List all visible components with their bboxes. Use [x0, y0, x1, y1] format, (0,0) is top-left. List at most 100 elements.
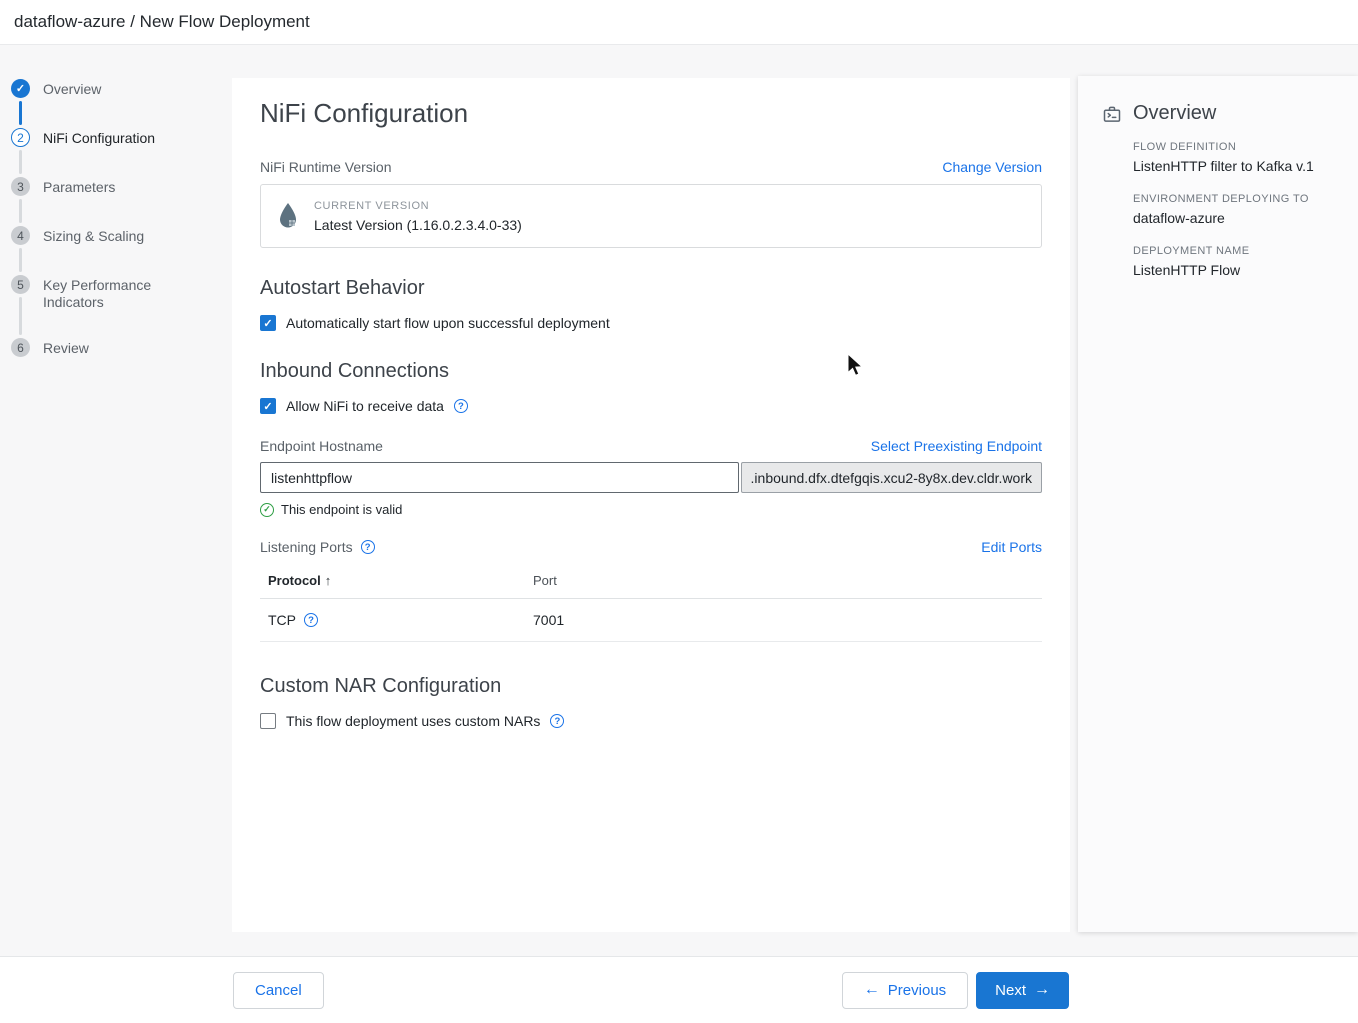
stepper-item-overview[interactable]: ✓ Overview	[11, 79, 232, 128]
footer-nav-buttons: ← Previous Next →	[842, 972, 1069, 1009]
stepper-label: Review	[43, 338, 89, 387]
environment-label: ENVIRONMENT DEPLOYING TO	[1133, 193, 1338, 205]
summary-fields: FLOW DEFINITION ListenHTTP filter to Kaf…	[1133, 141, 1338, 278]
stepper-label: NiFi Configuration	[43, 128, 155, 177]
flow-definition-label: FLOW DEFINITION	[1133, 141, 1338, 153]
breadcrumb[interactable]: dataflow-azure / New Flow Deployment	[14, 12, 310, 32]
step-number: 2	[11, 128, 30, 147]
stepper-connector	[19, 297, 22, 335]
port-value: 7001	[525, 599, 1042, 642]
sort-asc-icon[interactable]: ↑	[325, 573, 332, 588]
allow-receive-checkbox-row: ✓ Allow NiFi to receive data ?	[260, 398, 1042, 414]
flow-definition-value: ListenHTTP filter to Kafka v.1	[1133, 158, 1338, 174]
custom-nar-checkbox-label: This flow deployment uses custom NARs	[286, 713, 540, 729]
previous-button[interactable]: ← Previous	[842, 972, 968, 1009]
step-number-text: 3	[17, 180, 24, 194]
flow-definition-field: FLOW DEFINITION ListenHTTP filter to Kaf…	[1133, 141, 1338, 174]
deployment-name-value: ListenHTTP Flow	[1133, 262, 1338, 278]
listening-ports-help-icon[interactable]: ?	[361, 540, 375, 554]
edit-ports-link[interactable]: Edit Ports	[981, 539, 1042, 555]
endpoint-valid-row: ✓ This endpoint is valid	[260, 502, 1042, 517]
stepper-connector	[19, 101, 22, 125]
deployment-briefcase-icon	[1102, 104, 1122, 124]
endpoint-hostname-input[interactable]	[260, 462, 739, 493]
autostart-heading: Autostart Behavior	[260, 277, 1042, 300]
allow-receive-help-icon[interactable]: ?	[454, 399, 468, 413]
custom-nar-checkbox[interactable]	[260, 713, 276, 729]
cancel-button-label: Cancel	[255, 982, 302, 999]
summary-title: Overview	[1133, 102, 1216, 125]
autostart-checkbox-row: ✓ Automatically start flow upon successf…	[260, 315, 1042, 331]
stepper-label: Overview	[43, 79, 101, 128]
step-number: 3	[11, 177, 30, 196]
step-number-text: 6	[17, 341, 24, 355]
allow-receive-checkbox[interactable]: ✓	[260, 398, 276, 414]
stepper-connector	[19, 199, 22, 223]
runtime-version-label: NiFi Runtime Version	[260, 159, 392, 175]
port-column-header[interactable]: Port	[525, 563, 1042, 599]
cancel-button[interactable]: Cancel	[233, 972, 324, 1009]
change-version-link[interactable]: Change Version	[942, 159, 1042, 175]
custom-nar-help-icon[interactable]: ?	[550, 714, 564, 728]
endpoint-hostname-row: Endpoint Hostname Select Preexisting End…	[260, 438, 1042, 454]
step-number: 6	[11, 338, 30, 357]
stepper-rail: 6	[11, 338, 30, 387]
step-complete-icon: ✓	[11, 79, 30, 98]
current-version-card: CURRENT VERSION Latest Version (1.16.0.2…	[260, 184, 1042, 248]
stepper-rail: 5	[11, 275, 30, 338]
next-button[interactable]: Next →	[976, 972, 1069, 1009]
protocol-value: TCP	[268, 612, 296, 628]
stepper-item-sizing-scaling[interactable]: 4 Sizing & Scaling	[11, 226, 232, 275]
listening-ports-row: Listening Ports ? Edit Ports	[260, 539, 1042, 555]
check-icon: ✓	[16, 82, 25, 95]
endpoint-valid-message: This endpoint is valid	[281, 502, 402, 517]
nifi-drop-icon	[277, 202, 299, 230]
check-icon: ✓	[263, 317, 272, 330]
stepper-rail: ✓	[11, 79, 30, 128]
hostname-input-group: .inbound.dfx.dtefgqis.xcu2-8y8x.dev.cldr…	[260, 462, 1042, 493]
hostname-suffix: .inbound.dfx.dtefgqis.xcu2-8y8x.dev.cldr…	[741, 462, 1042, 493]
step-number-text: 5	[17, 278, 24, 292]
top-bar: dataflow-azure / New Flow Deployment	[0, 0, 1358, 45]
select-preexisting-endpoint-link[interactable]: Select Preexisting Endpoint	[871, 438, 1042, 454]
new-flow-deployment-page: dataflow-azure / New Flow Deployment ✓ O…	[0, 0, 1358, 1023]
summary-header: Overview	[1102, 102, 1338, 125]
stepper-item-kpi[interactable]: 5 Key Performance Indicators	[11, 275, 232, 338]
stepper-rail: 4	[11, 226, 30, 275]
stepper-rail: 3	[11, 177, 30, 226]
stepper-connector	[19, 150, 22, 174]
step-number: 5	[11, 275, 30, 294]
protocol-header-label: Protocol	[268, 573, 321, 588]
current-version-value: Latest Version (1.16.0.2.3.4.0-33)	[314, 217, 522, 233]
ports-table-header-row: Protocol ↑ Port	[260, 563, 1042, 599]
current-version-info: CURRENT VERSION Latest Version (1.16.0.2…	[314, 200, 522, 233]
environment-field: ENVIRONMENT DEPLOYING TO dataflow-azure	[1133, 193, 1338, 226]
environment-value: dataflow-azure	[1133, 210, 1338, 226]
table-row: TCP ? 7001	[260, 599, 1042, 642]
stepper-label: Parameters	[43, 177, 115, 226]
deployment-name-field: DEPLOYMENT NAME ListenHTTP Flow	[1133, 245, 1338, 278]
stepper-label: Key Performance Indicators	[43, 275, 185, 338]
deployment-name-label: DEPLOYMENT NAME	[1133, 245, 1338, 257]
port-header-label: Port	[533, 573, 557, 588]
step-number-text: 4	[17, 229, 24, 243]
listening-ports-table: Protocol ↑ Port TCP ? 7001	[260, 563, 1042, 642]
runtime-version-row: NiFi Runtime Version Change Version	[260, 159, 1042, 175]
stepper-label: Sizing & Scaling	[43, 226, 144, 275]
listening-ports-label: Listening Ports	[260, 539, 353, 555]
stepper-item-nifi-configuration[interactable]: 2 NiFi Configuration	[11, 128, 232, 177]
arrow-left-icon: ←	[864, 981, 880, 999]
protocol-column-header[interactable]: Protocol ↑	[260, 563, 525, 599]
inbound-connections-heading: Inbound Connections	[260, 360, 1042, 383]
stepper-rail: 2	[11, 128, 30, 177]
stepper-item-parameters[interactable]: 3 Parameters	[11, 177, 232, 226]
page-title: NiFi Configuration	[260, 98, 1042, 129]
protocol-help-icon[interactable]: ?	[304, 613, 318, 627]
wizard-stepper: ✓ Overview 2 NiFi Configuration 3 Parame…	[0, 45, 232, 387]
check-icon: ✓	[263, 400, 272, 413]
step-number-text: 2	[17, 131, 24, 145]
step-number: 4	[11, 226, 30, 245]
autostart-checkbox[interactable]: ✓	[260, 315, 276, 331]
custom-nar-checkbox-row: This flow deployment uses custom NARs ?	[260, 713, 1042, 729]
stepper-item-review[interactable]: 6 Review	[11, 338, 232, 387]
